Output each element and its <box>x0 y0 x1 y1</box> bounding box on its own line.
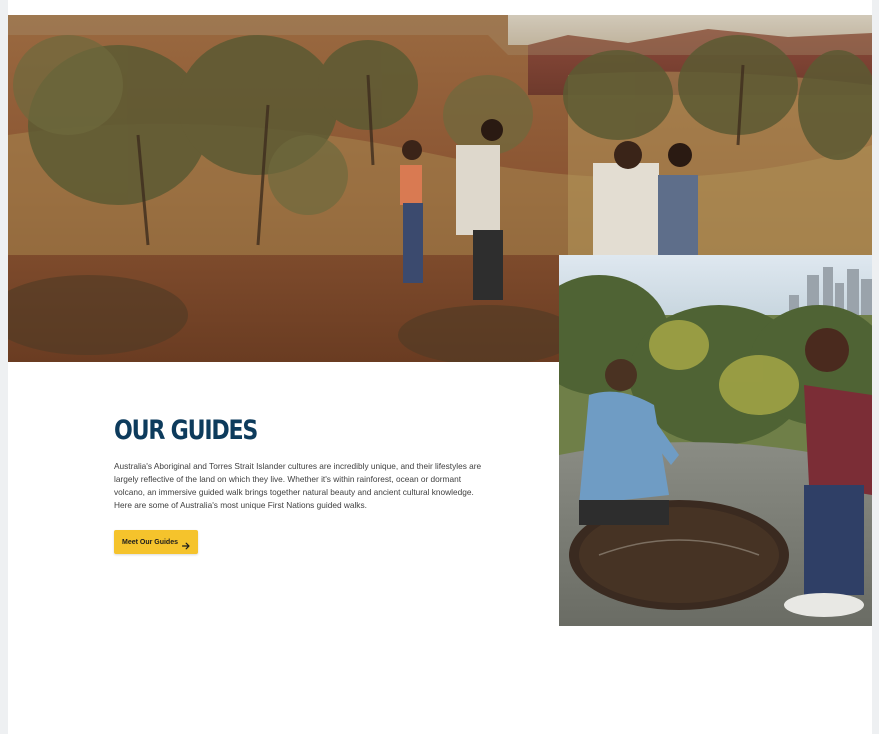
top-strip <box>8 0 872 16</box>
cta-label: Meet Our Guides <box>121 538 178 546</box>
meet-our-guides-button[interactable]: Meet Our Guides <box>114 530 198 554</box>
arrow-right-icon <box>181 538 190 550</box>
section-heading: OUR GUIDES <box>114 415 258 446</box>
right-gutter <box>872 0 879 734</box>
page: OUR GUIDES Australia's Aboriginal and To… <box>8 0 872 734</box>
inset-image-rock-pool <box>559 255 872 626</box>
section-description: Australia's Aboriginal and Torres Strait… <box>114 461 482 510</box>
